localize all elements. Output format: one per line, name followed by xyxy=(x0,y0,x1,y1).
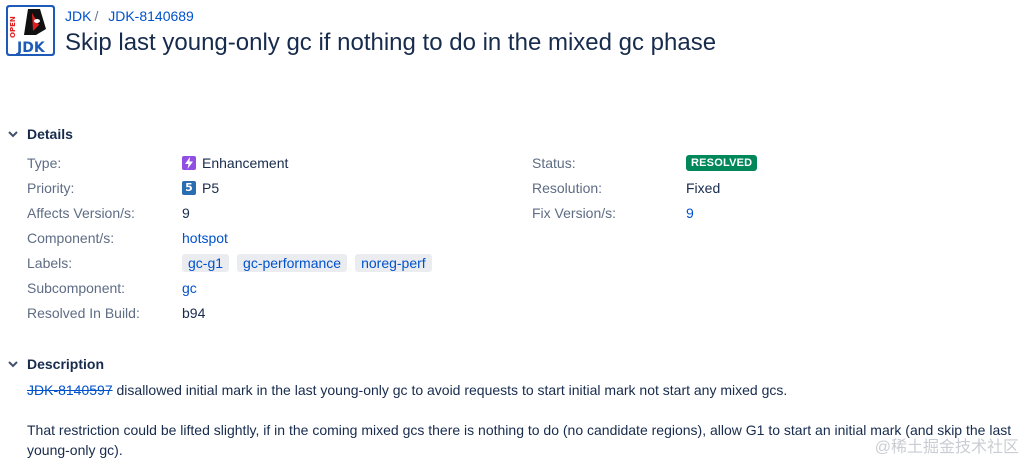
breadcrumb-project-link[interactable]: JDK xyxy=(65,8,91,24)
priority-text: P5 xyxy=(202,180,220,196)
status-label: Status: xyxy=(532,155,576,171)
label-pill[interactable]: gc-performance xyxy=(237,254,348,272)
breadcrumb: JDK / JDK-8140689 xyxy=(65,8,194,24)
description-text-1: disallowed initial mark in the last youn… xyxy=(112,382,788,398)
type-value: Enhancement xyxy=(182,153,288,173)
linked-issue-link[interactable]: JDK-8140597 xyxy=(27,382,113,398)
chevron-down-icon xyxy=(8,131,18,138)
issue-title: Skip last young-only gc if nothing to do… xyxy=(65,29,717,56)
breadcrumb-issue-link[interactable]: JDK-8140689 xyxy=(108,8,194,24)
affects-version-label: Affects Version/s: xyxy=(27,205,135,221)
priority-label: Priority: xyxy=(27,180,75,196)
fix-version-link[interactable]: 9 xyxy=(686,203,694,223)
status-badge: RESOLVED xyxy=(686,155,758,171)
description-heading: Description xyxy=(27,356,105,372)
svg-text:JDK: JDK xyxy=(16,40,46,56)
type-label: Type: xyxy=(27,155,62,171)
details-heading: Details xyxy=(27,126,73,142)
labels-label: Labels: xyxy=(27,255,73,271)
resolution-value: Fixed xyxy=(686,180,721,196)
labels-list: gc-g1 gc-performance noreg-perf xyxy=(182,253,440,273)
openjdk-logo: OPEN JDK xyxy=(6,5,55,56)
status-value: RESOLVED xyxy=(686,153,758,173)
description-section-toggle[interactable]: Description xyxy=(8,356,104,372)
fix-version-label: Fix Version/s: xyxy=(532,205,617,221)
subcomponent-label: Subcomponent: xyxy=(27,280,126,296)
label-pill[interactable]: gc-g1 xyxy=(182,254,230,272)
description-paragraph-1: JDK-8140597 disallowed initial mark in t… xyxy=(27,380,1027,400)
priority-5-icon: 5 xyxy=(182,181,196,195)
affects-version-value: 9 xyxy=(182,205,190,221)
label-pill[interactable]: noreg-perf xyxy=(355,254,432,272)
svg-text:OPEN: OPEN xyxy=(9,16,17,38)
enhancement-icon xyxy=(182,156,196,170)
chevron-down-icon xyxy=(8,361,18,368)
type-text: Enhancement xyxy=(202,155,289,171)
resolution-label: Resolution: xyxy=(532,180,603,196)
component-label: Component/s: xyxy=(27,230,115,246)
subcomponent-link[interactable]: gc xyxy=(182,278,197,298)
priority-value: 5 P5 xyxy=(182,178,219,198)
resolved-build-label: Resolved In Build: xyxy=(27,305,140,321)
breadcrumb-separator: / xyxy=(94,8,99,24)
component-link[interactable]: hotspot xyxy=(182,228,228,248)
resolved-build-value: b94 xyxy=(182,305,206,321)
watermark: @稀土掘金技术社区 xyxy=(874,439,1019,456)
details-section-toggle[interactable]: Details xyxy=(8,126,73,142)
